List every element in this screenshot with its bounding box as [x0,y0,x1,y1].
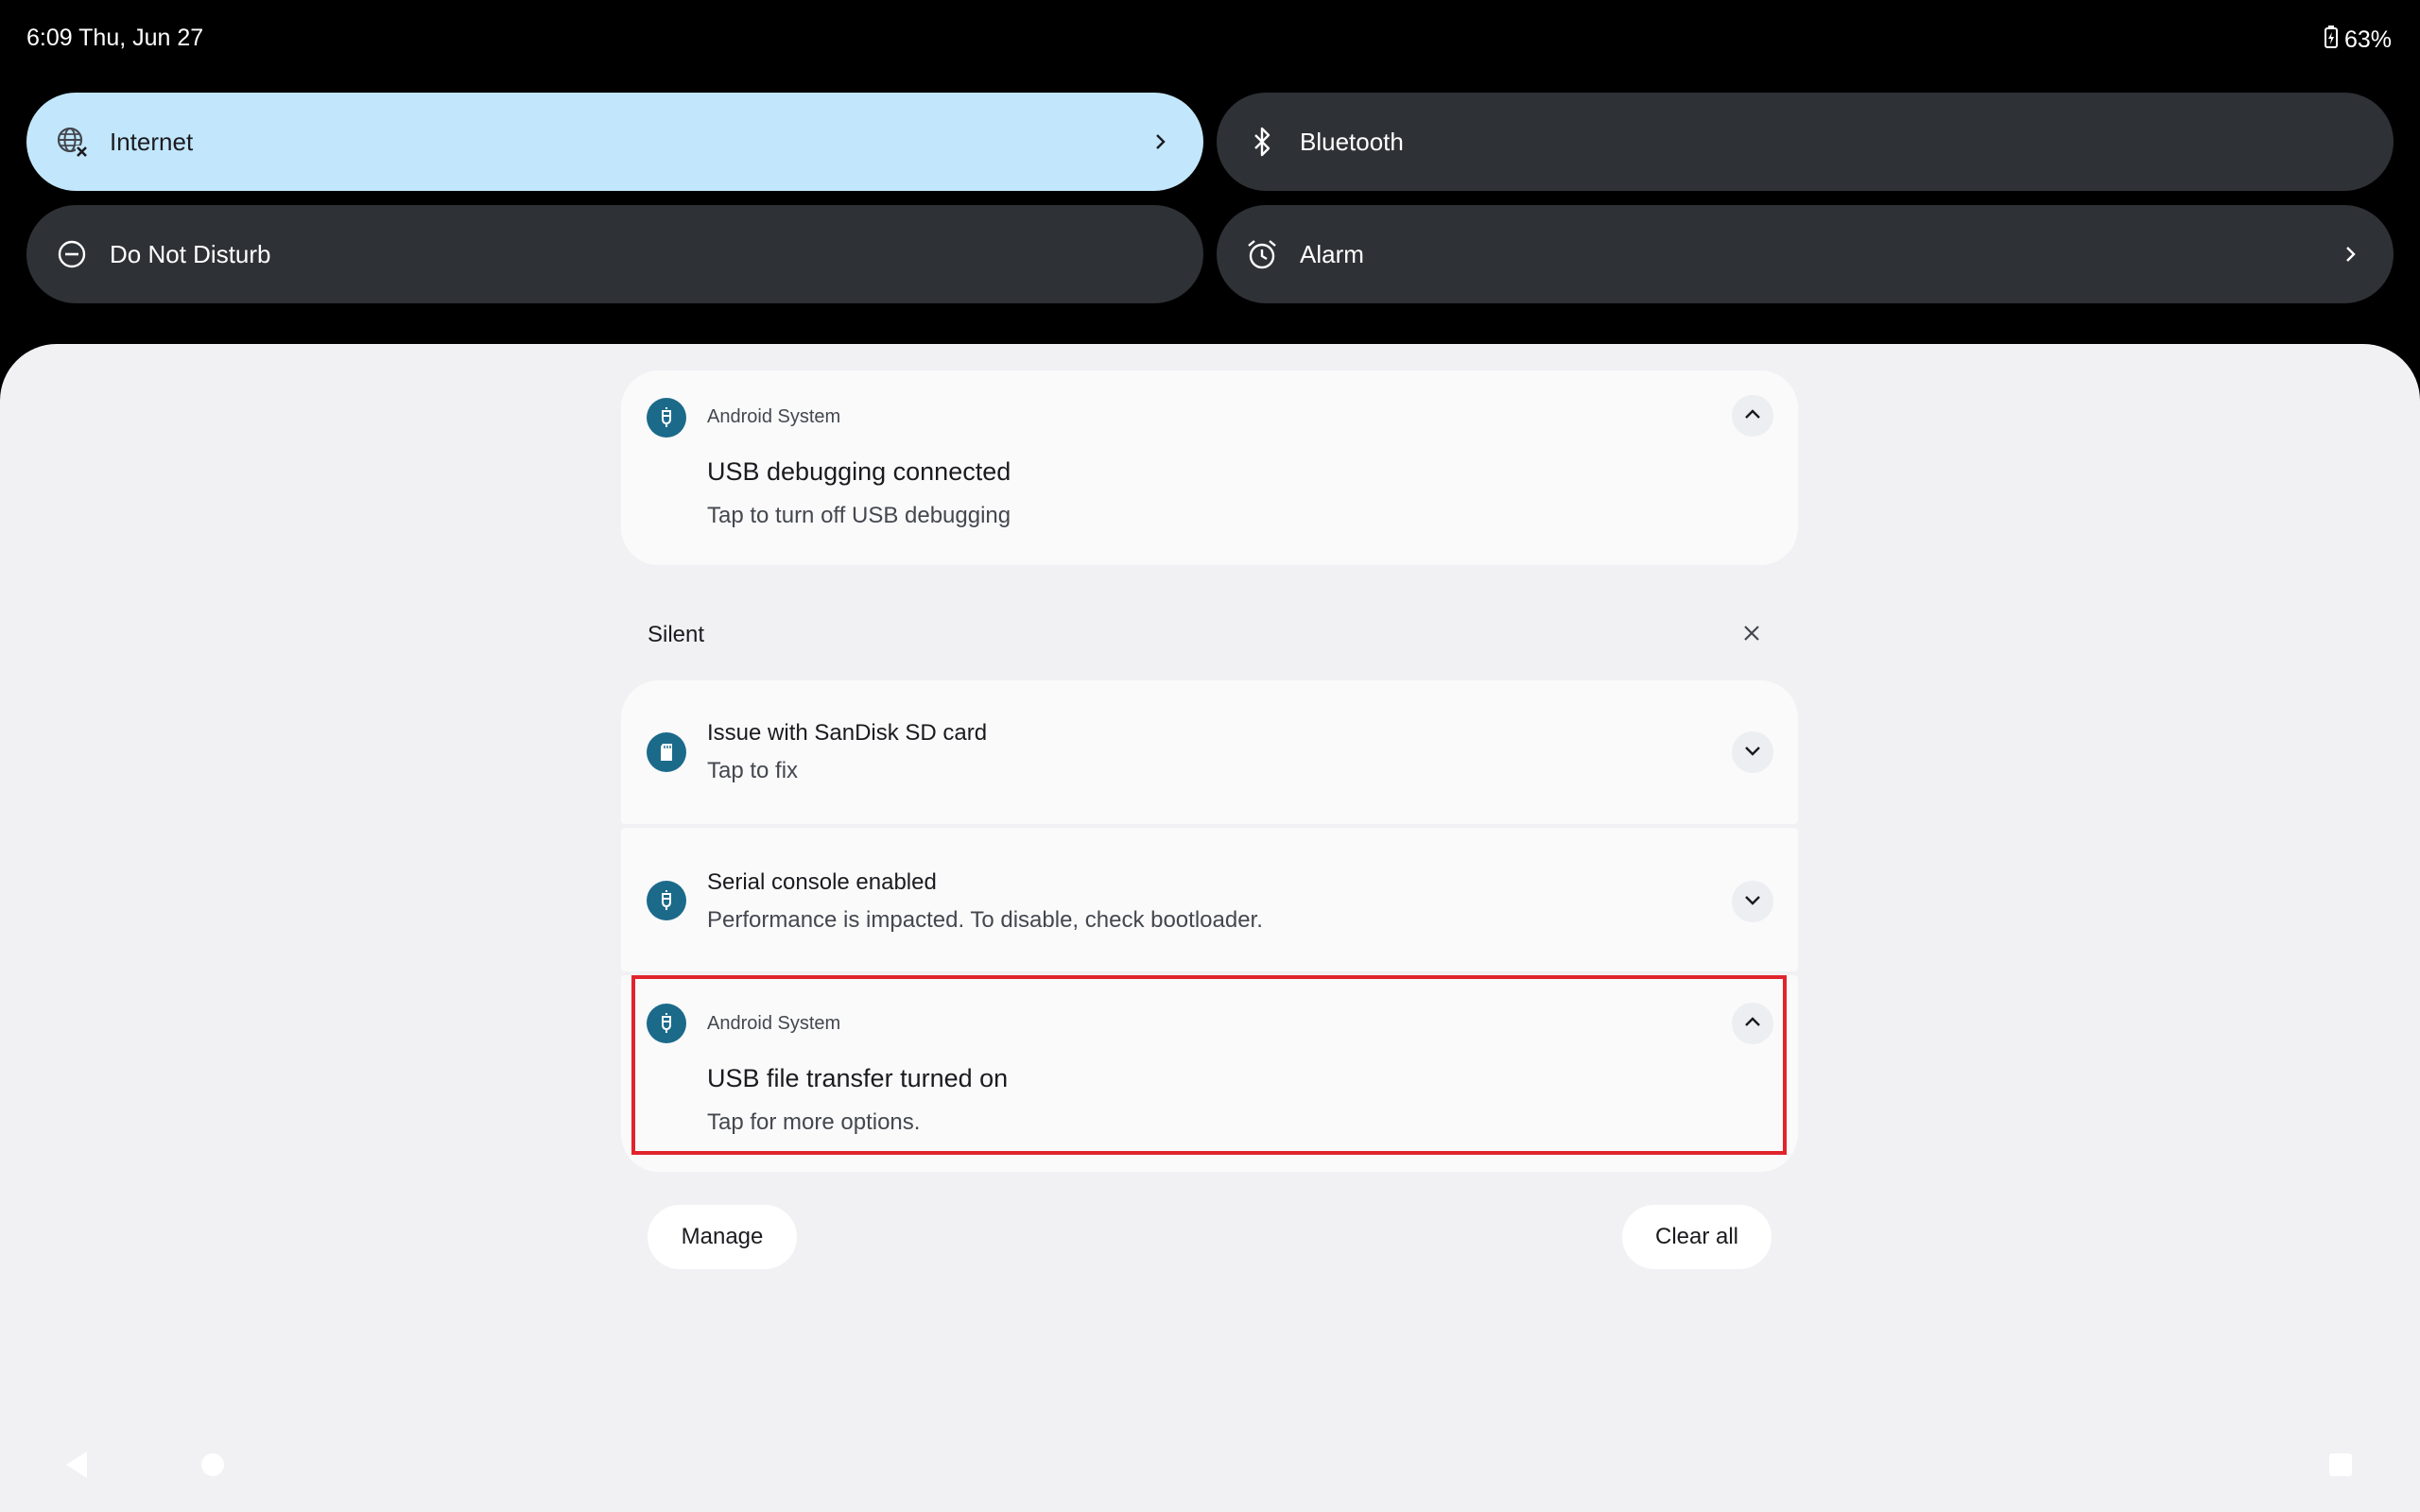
tile-do-not-disturb-label: Do Not Disturb [110,239,271,268]
manage-button[interactable]: Manage [648,1205,797,1269]
notification-title: USB debugging connected [707,457,1011,486]
highlight-box [631,975,1787,1155]
do-not-disturb-icon [55,237,89,271]
battery-charging-icon [2324,25,2339,56]
recents-icon[interactable] [2329,1453,2352,1476]
notification-text: Tap to fix [707,758,799,783]
home-icon[interactable] [201,1453,224,1476]
expand-button[interactable] [1732,731,1773,773]
alarm-icon [1245,237,1279,271]
collapse-button[interactable] [1732,395,1773,437]
chevron-right-icon [1145,127,1175,157]
notification-serial-console[interactable]: Serial console enabled Performance is im… [621,828,1798,971]
tile-alarm[interactable]: Alarm [1217,205,2394,303]
notification-sd-card[interactable]: Issue with SanDisk SD card Tap to fix [621,680,1798,824]
chevron-down-icon [1742,889,1763,915]
status-time-date: 6:09 Thu, Jun 27 [26,25,204,51]
tile-internet-label: Internet [110,127,194,156]
notification-text: Performance is impacted. To disable, che… [707,907,1263,933]
tile-alarm-label: Alarm [1300,239,1364,268]
close-icon [1742,624,1761,647]
chevron-down-icon [1742,740,1763,765]
silent-section-label: Silent [648,622,705,647]
internet-off-icon [55,125,89,159]
notification-text: Tap to turn off USB debugging [707,503,1011,528]
notification-title: Issue with SanDisk SD card [707,720,988,746]
clear-silent-button[interactable] [1736,619,1768,651]
bluetooth-icon [1245,125,1279,159]
usb-icon [647,881,686,920]
notification-title: Serial console enabled [707,869,937,895]
app-name: Android System [707,406,841,427]
tile-bluetooth-label: Bluetooth [1300,127,1404,156]
sd-card-icon [647,732,686,772]
clear-all-button[interactable]: Clear all [1622,1205,1772,1269]
tile-do-not-disturb[interactable]: Do Not Disturb [26,205,1203,303]
chevron-right-icon [2335,239,2365,269]
expand-button[interactable] [1732,881,1773,922]
back-icon[interactable] [62,1450,91,1485]
chevron-up-icon [1742,404,1763,429]
status-bar: 6:09 Thu, Jun 27 63% [0,0,2420,81]
tile-bluetooth[interactable]: Bluetooth [1217,93,2394,191]
notification-usb-debugging[interactable]: Android System USB debugging connected T… [621,370,1798,565]
battery-percent: 63% [2343,26,2392,53]
usb-icon [647,398,686,438]
status-right: 63% [2324,25,2392,56]
tile-internet[interactable]: Internet [26,93,1203,191]
